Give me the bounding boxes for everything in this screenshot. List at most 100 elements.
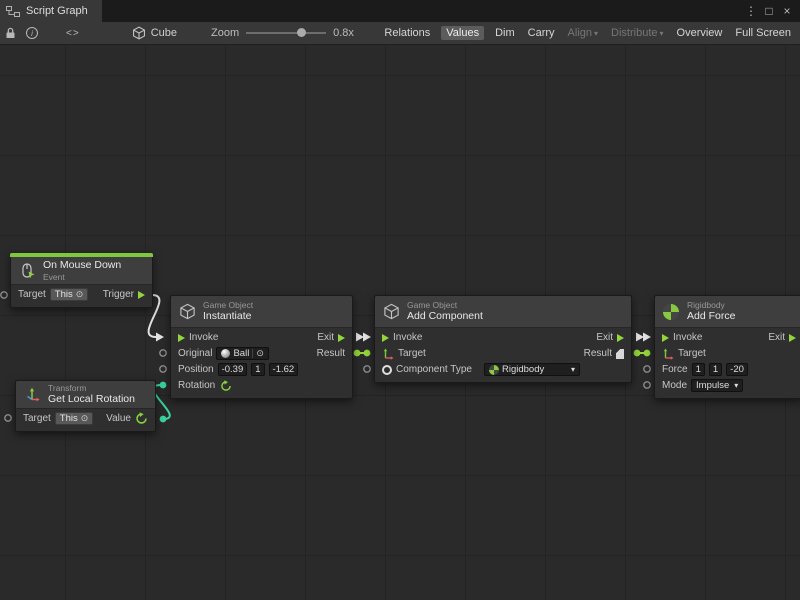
target-object-field[interactable]: This ⊙ — [55, 412, 94, 425]
port-label-invoke: Invoke — [189, 332, 218, 343]
node-title: Instantiate — [203, 310, 253, 323]
position-x-field[interactable]: -0.39 — [218, 363, 248, 376]
object-port-icon[interactable] — [382, 365, 392, 375]
port-label-force: Force — [662, 364, 688, 375]
window-controls: ⋮ □ × — [743, 1, 800, 21]
ball-prefab-icon — [221, 349, 230, 358]
port-label-exit: Exit — [596, 332, 613, 343]
dropdown-value: Impulse — [696, 380, 729, 391]
toolbar-buttons: Relations Values Dim Carry Align▾ Distri… — [382, 26, 795, 40]
node-header[interactable]: Game Object Instantiate — [171, 296, 352, 328]
object-field-value: This — [55, 289, 73, 300]
transform-axes-icon — [662, 348, 674, 360]
node-subtitle: Event — [43, 272, 121, 282]
object-field-value: Ball — [233, 348, 249, 359]
cube-icon — [178, 303, 196, 320]
port-label-target: Target — [18, 289, 46, 300]
port-label-value: Value — [106, 413, 131, 424]
chevron-down-icon: ▾ — [734, 381, 738, 390]
align-button[interactable]: Align▾ — [566, 26, 600, 40]
force-z-field[interactable]: -20 — [726, 363, 748, 376]
object-picker-icon[interactable]: ⊙ — [76, 289, 84, 300]
object-field-value: This — [60, 413, 78, 424]
rotation-icon — [219, 380, 232, 392]
port-label-target: Target — [398, 348, 426, 359]
distribute-button[interactable]: Distribute▾ — [609, 26, 665, 40]
dim-button[interactable]: Dim — [493, 26, 517, 40]
overview-button[interactable]: Overview — [675, 26, 725, 40]
chevron-down-icon: ▾ — [594, 29, 598, 38]
node-on-mouse-down[interactable]: On Mouse Down Event Target This ⊙ Trigge… — [10, 253, 153, 308]
node-add-force[interactable]: Rigidbody Add Force Invoke Exit Target — [654, 295, 800, 399]
port-label-rotation: Rotation — [178, 380, 215, 391]
port-label-invoke: Invoke — [673, 332, 702, 343]
node-add-component[interactable]: Game Object Add Component Invoke Exit Ta… — [374, 295, 632, 383]
node-header[interactable]: On Mouse Down Event — [11, 257, 152, 285]
relations-button[interactable]: Relations — [382, 26, 432, 40]
port-label-exit: Exit — [768, 332, 785, 343]
node-title: Add Component — [407, 310, 483, 323]
rigidbody-icon — [489, 365, 499, 375]
result-object-icon — [616, 349, 624, 359]
node-instantiate[interactable]: Game Object Instantiate Invoke Exit Orig… — [170, 295, 353, 399]
full-screen-button[interactable]: Full Screen — [733, 26, 793, 40]
invoke-flow-arrow-icon[interactable] — [178, 334, 185, 342]
original-object-field[interactable]: Ball ⊙ — [216, 347, 268, 360]
target-object-field[interactable]: This ⊙ — [50, 288, 89, 301]
window-close-icon[interactable]: × — [779, 1, 795, 21]
force-x-field[interactable]: 1 — [692, 363, 705, 376]
port-label-result: Result — [317, 348, 345, 359]
port-label-result: Result — [584, 348, 612, 359]
carry-button[interactable]: Carry — [526, 26, 557, 40]
rotation-icon — [135, 412, 148, 425]
mouse-icon — [18, 263, 36, 279]
lock-icon[interactable] — [5, 27, 16, 39]
values-button[interactable]: Values — [441, 26, 484, 40]
invoke-flow-arrow-icon[interactable] — [382, 334, 389, 342]
window-menu-icon[interactable]: ⋮ — [743, 1, 759, 21]
node-header[interactable]: Rigidbody Add Force — [655, 296, 800, 328]
script-graph-icon — [6, 6, 20, 17]
chevron-down-icon: ▾ — [660, 29, 664, 38]
node-title: Add Force — [687, 310, 735, 323]
tab-script-graph[interactable]: Script Graph — [0, 0, 102, 22]
port-label-component-type: Component Type — [396, 364, 472, 375]
addcomponent-to-addforce-flow — [634, 333, 651, 357]
port-label-target: Target — [678, 348, 706, 359]
cube-icon — [382, 303, 400, 320]
code-icon[interactable]: <> — [66, 28, 80, 39]
force-y-field[interactable]: 1 — [709, 363, 722, 376]
port-label-exit: Exit — [317, 332, 334, 343]
exit-flow-arrow-icon[interactable] — [617, 334, 624, 342]
graph-toolbar: i <> Cube Zoom 0.8x Relations Values Dim… — [0, 22, 800, 45]
component-type-dropdown[interactable]: Rigidbody ▾ — [484, 363, 580, 376]
cube-icon — [132, 26, 146, 40]
object-picker-icon[interactable]: ⊙ — [256, 348, 264, 359]
distribute-label: Distribute — [611, 27, 657, 39]
graph-canvas[interactable]: On Mouse Down Event Target This ⊙ Trigge… — [0, 45, 800, 600]
node-title: On Mouse Down — [43, 259, 121, 272]
zoom-slider[interactable] — [246, 32, 326, 34]
transform-axes-icon — [382, 348, 394, 360]
node-header[interactable]: Transform Get Local Rotation — [16, 381, 155, 409]
graph-reference[interactable]: Cube — [132, 26, 177, 40]
dropdown-value: Rigidbody — [502, 364, 544, 375]
port-label-position: Position — [178, 364, 214, 375]
position-y-field[interactable]: 1 — [251, 363, 264, 376]
invoke-flow-arrow-icon[interactable] — [662, 334, 669, 342]
zoom-slider-knob[interactable] — [297, 28, 306, 37]
node-header[interactable]: Game Object Add Component — [375, 296, 631, 328]
zoom-value: 0.8x — [333, 27, 354, 39]
exit-flow-arrow-icon[interactable] — [789, 334, 796, 342]
exit-flow-arrow-icon[interactable] — [338, 334, 345, 342]
zoom-control: Zoom 0.8x — [211, 27, 354, 39]
info-icon[interactable]: i — [26, 27, 38, 39]
mode-dropdown[interactable]: Impulse ▾ — [691, 379, 743, 392]
node-title: Get Local Rotation — [48, 393, 135, 406]
node-category: Game Object — [407, 300, 483, 310]
node-get-local-rotation[interactable]: Transform Get Local Rotation Target This… — [15, 380, 156, 432]
position-z-field[interactable]: -1.62 — [269, 363, 299, 376]
window-maximize-icon[interactable]: □ — [761, 1, 777, 21]
trigger-flow-arrow-icon[interactable] — [138, 291, 145, 299]
object-picker-icon[interactable]: ⊙ — [81, 413, 89, 424]
